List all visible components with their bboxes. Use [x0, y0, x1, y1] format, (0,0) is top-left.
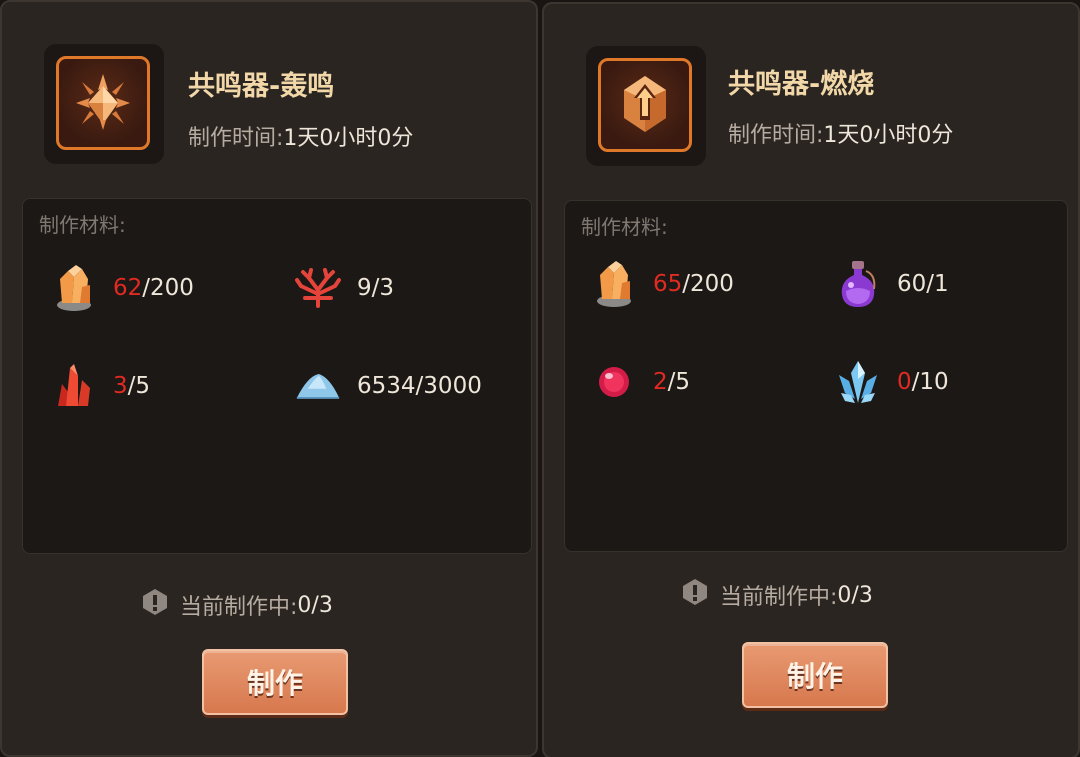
crafting-status: 当前制作中: 0/3: [142, 588, 333, 622]
material-item: 9/3: [295, 263, 394, 313]
material-need: 200: [150, 275, 194, 301]
material-need: 3000: [423, 373, 482, 399]
red-orb-icon: [591, 359, 637, 405]
purple-potion-icon: [835, 261, 881, 307]
material-count: 3/5: [113, 373, 151, 399]
material-count: 60/1: [897, 271, 949, 297]
material-count: 0/10: [897, 369, 949, 395]
material-item: 60/1: [835, 259, 949, 309]
craft-time-value: 1天0小时0分: [823, 123, 954, 148]
craft-time: 制作时间:1天0小时0分: [188, 120, 413, 152]
status-label: 当前制作中:: [720, 585, 838, 610]
craft-button[interactable]: 制作: [742, 642, 888, 708]
materials-box: 制作材料: 62/200 9/3 3/5 6534/3000: [22, 198, 532, 554]
material-need: 5: [675, 369, 691, 395]
material-count: 2/5: [653, 369, 691, 395]
material-item: 0/10: [835, 357, 949, 407]
recipe-panel-burn: 共鸣器-燃烧 制作时间:1天0小时0分 制作材料: 65/200 60/1 2/…: [542, 2, 1080, 757]
crafting-screen: 共鸣器-轰鸣 制作时间:1天0小时0分 制作材料: 62/200 9/3 3/5…: [0, 0, 1080, 757]
status-value: 0/3: [297, 592, 333, 618]
material-count: 6534/3000: [357, 373, 482, 399]
craft-time-label: 制作时间:: [728, 123, 824, 148]
resonator-roar-icon: [56, 56, 150, 150]
craft-time: 制作时间:1天0小时0分: [728, 117, 953, 149]
craft-time-value: 1天0小时0分: [283, 126, 414, 151]
recipe-icon-frame: [586, 46, 706, 166]
recipe-title: 共鸣器-轰鸣: [188, 71, 335, 102]
recipe-panel-roar: 共鸣器-轰鸣 制作时间:1天0小时0分 制作材料: 62/200 9/3 3/5…: [0, 0, 538, 757]
material-item: 62/200: [51, 263, 194, 313]
orange-crystal-ore-icon: [591, 261, 637, 307]
material-item: 3/5: [51, 361, 150, 411]
material-have: 9: [357, 275, 372, 301]
material-item: 65/200: [591, 259, 734, 309]
materials-label: 制作材料:: [39, 213, 126, 237]
crafting-status: 当前制作中: 0/3: [682, 578, 873, 612]
recipe-icon-frame: [44, 44, 164, 164]
recipe-title: 共鸣器-燃烧: [728, 69, 875, 100]
material-need: 1: [934, 271, 949, 297]
material-have: 6534: [357, 373, 416, 399]
material-have: 2: [653, 369, 668, 395]
alert-hexagon-icon: [142, 588, 168, 622]
alert-hexagon-icon: [682, 578, 708, 612]
craft-button[interactable]: 制作: [202, 649, 348, 715]
red-crystal-icon: [51, 363, 97, 409]
status-value: 0/3: [837, 582, 873, 608]
status-label: 当前制作中:: [180, 595, 298, 620]
orange-crystal-ore-icon: [51, 265, 97, 311]
material-have: 3: [113, 373, 128, 399]
material-need: 3: [379, 275, 395, 301]
material-count: 9/3: [357, 275, 395, 301]
materials-box: 制作材料: 65/200 60/1 2/5 0/10: [564, 200, 1068, 552]
resonator-burn-icon: [598, 58, 692, 152]
material-have: 65: [653, 271, 683, 297]
blue-powder-pile-icon: [295, 363, 341, 409]
material-need: 10: [919, 369, 949, 395]
material-need: 200: [690, 271, 734, 297]
craft-time-label: 制作时间:: [188, 126, 284, 151]
materials-label: 制作材料:: [581, 215, 668, 239]
red-coral-icon: [295, 265, 341, 311]
material-have: 62: [113, 275, 143, 301]
material-have: 0: [897, 369, 912, 395]
material-have: 60: [897, 271, 927, 297]
material-item: 2/5: [591, 357, 690, 407]
material-count: 62/200: [113, 275, 194, 301]
material-item: 6534/3000: [295, 361, 482, 411]
blue-crystal-cluster-icon: [835, 359, 881, 405]
material-need: 5: [135, 373, 151, 399]
material-count: 65/200: [653, 271, 734, 297]
